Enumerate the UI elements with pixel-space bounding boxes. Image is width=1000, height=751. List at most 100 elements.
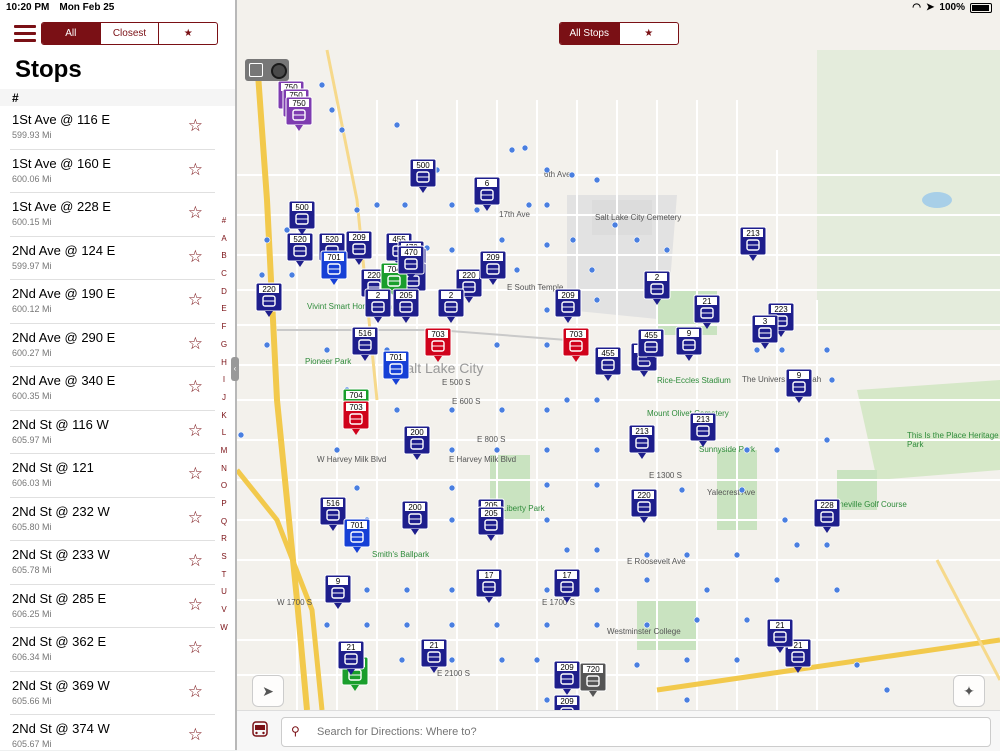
list-item[interactable]: 2Nd St @ 232 W 605.80 Mi ☆ (10, 498, 215, 541)
favorite-star-icon[interactable]: ☆ (188, 682, 203, 702)
route-marker[interactable]: 516 (351, 326, 379, 367)
index-letter[interactable]: G (216, 336, 232, 354)
route-marker[interactable]: 213 (689, 412, 717, 453)
favorite-star-icon[interactable]: ☆ (188, 508, 203, 528)
route-marker[interactable]: 701 (382, 350, 410, 391)
index-letter[interactable]: M (216, 442, 232, 460)
route-marker[interactable]: 209 (553, 694, 581, 710)
index-letter[interactable]: F (216, 318, 232, 336)
route-marker[interactable]: 2 (437, 288, 465, 329)
index-letter[interactable]: B (216, 247, 232, 265)
route-marker[interactable]: 209 (345, 230, 373, 271)
list-item[interactable]: 2Nd St @ 362 E 606.34 Mi ☆ (10, 628, 215, 672)
map-filter-tabs[interactable]: All Stops ★ (559, 22, 679, 45)
route-marker[interactable]: 209 (554, 288, 582, 329)
route-marker[interactable]: 500 (288, 200, 316, 241)
list-item[interactable]: 1St Ave @ 160 E 600.06 Mi ☆ (10, 150, 215, 193)
list-item[interactable]: 2Nd St @ 374 W 605.67 Mi ☆ (10, 715, 215, 750)
route-marker[interactable]: 21 (693, 294, 721, 335)
route-marker[interactable]: 21 (766, 618, 794, 659)
tab-favorites[interactable]: ★ (620, 23, 679, 44)
route-marker[interactable]: 205 (477, 506, 505, 547)
menu-icon[interactable] (14, 25, 36, 43)
route-marker[interactable]: 209 (479, 250, 507, 291)
list-item[interactable]: 2Nd Ave @ 290 E 600.27 Mi ☆ (10, 324, 215, 367)
index-letter[interactable]: R (216, 530, 232, 548)
index-letter[interactable]: D (216, 283, 232, 301)
favorite-star-icon[interactable]: ☆ (188, 377, 203, 397)
favorite-star-icon[interactable]: ☆ (188, 203, 203, 223)
route-marker[interactable]: 200 (401, 500, 429, 541)
route-marker[interactable]: 6 (473, 176, 501, 217)
route-marker[interactable]: 455 (594, 346, 622, 387)
index-letter[interactable]: O (216, 477, 232, 495)
list-item[interactable]: 1St Ave @ 116 E 599.93 Mi ☆ (10, 106, 215, 150)
directions-search-box[interactable]: ⚲ (281, 717, 991, 747)
route-marker[interactable]: 703 (342, 400, 370, 441)
layer-toggle-button[interactable] (245, 59, 289, 81)
list-item[interactable]: 2Nd St @ 121 606.03 Mi ☆ (10, 454, 215, 498)
route-marker[interactable]: 3 (751, 314, 779, 355)
list-item[interactable]: 2Nd St @ 285 E 606.25 Mi ☆ (10, 585, 215, 628)
list-item[interactable]: 2Nd Ave @ 124 E 599.97 Mi ☆ (10, 237, 215, 280)
route-marker[interactable]: 200 (403, 425, 431, 466)
index-letter[interactable]: J (216, 389, 232, 407)
favorite-star-icon[interactable]: ☆ (188, 421, 203, 441)
favorite-star-icon[interactable]: ☆ (188, 551, 203, 571)
bus-icon[interactable] (252, 721, 268, 739)
route-marker[interactable]: 701 (343, 518, 371, 559)
index-letter[interactable]: C (216, 265, 232, 283)
index-letter[interactable]: K (216, 407, 232, 425)
favorite-star-icon[interactable]: ☆ (188, 247, 203, 267)
list-item[interactable]: 2Nd Ave @ 190 E 600.12 Mi ☆ (10, 280, 215, 324)
route-marker[interactable]: 701 (320, 250, 348, 291)
favorite-star-icon[interactable]: ☆ (188, 160, 203, 180)
tab-all[interactable]: All (42, 23, 101, 44)
index-letter[interactable]: Q (216, 513, 232, 531)
list-item[interactable]: 2Nd St @ 369 W 605.66 Mi ☆ (10, 672, 215, 715)
directions-search-input[interactable] (315, 722, 979, 742)
list-item[interactable]: 2Nd St @ 116 W 605.97 Mi ☆ (10, 411, 215, 454)
favorite-star-icon[interactable]: ☆ (188, 638, 203, 658)
index-letter[interactable]: P (216, 495, 232, 513)
map-view[interactable]: Salt Lake City Cemetery Vivint Smart Hom… (237, 0, 1000, 710)
section-index[interactable]: # A B C D E F G H I J K L M N O P Q R S T U V W (216, 212, 232, 637)
route-marker[interactable]: 228 (813, 498, 841, 539)
index-letter[interactable]: N (216, 460, 232, 478)
route-marker[interactable]: 703 (424, 327, 452, 368)
route-marker[interactable]: 2 (643, 270, 671, 311)
route-marker[interactable]: 205 (392, 288, 420, 329)
index-letter[interactable]: E (216, 300, 232, 318)
route-marker[interactable]: 213 (628, 424, 656, 465)
route-marker[interactable]: 17 (553, 568, 581, 609)
route-marker[interactable]: 21 (337, 640, 365, 681)
favorite-star-icon[interactable]: ☆ (188, 116, 203, 136)
tab-all-stops[interactable]: All Stops (560, 23, 620, 44)
list-item[interactable]: 2Nd Ave @ 340 E 600.35 Mi ☆ (10, 367, 215, 411)
route-marker[interactable]: 220 (255, 282, 283, 323)
list-item[interactable]: 2Nd St @ 233 W 605.78 Mi ☆ (10, 541, 215, 585)
stop-filter-tabs[interactable]: All Closest ★ (41, 22, 218, 45)
route-marker[interactable]: 470 (397, 245, 425, 286)
route-marker[interactable]: 213 (739, 226, 767, 267)
index-letter[interactable]: S (216, 548, 232, 566)
tab-closest[interactable]: Closest (101, 23, 160, 44)
index-letter[interactable]: W (216, 619, 232, 637)
list-item[interactable]: 1St Ave @ 228 E 600.15 Mi ☆ (10, 193, 215, 237)
index-letter[interactable]: L (216, 424, 232, 442)
collapse-handle[interactable]: ‹ (231, 357, 239, 381)
favorite-star-icon[interactable]: ☆ (188, 334, 203, 354)
index-letter[interactable]: A (216, 230, 232, 248)
route-marker[interactable]: 2 (364, 288, 392, 329)
route-marker[interactable]: 17 (475, 568, 503, 609)
index-letter[interactable]: # (216, 212, 232, 230)
favorite-star-icon[interactable]: ☆ (188, 725, 203, 745)
route-marker[interactable]: 720 (579, 662, 607, 703)
satellite-button[interactable]: ✦ (953, 675, 985, 707)
index-letter[interactable]: U (216, 583, 232, 601)
route-marker[interactable]: 500 (409, 158, 437, 199)
route-marker[interactable]: 455 (637, 328, 665, 369)
route-marker[interactable]: 21 (420, 638, 448, 679)
route-marker[interactable]: 9 (324, 574, 352, 615)
route-marker[interactable]: 220 (630, 488, 658, 529)
